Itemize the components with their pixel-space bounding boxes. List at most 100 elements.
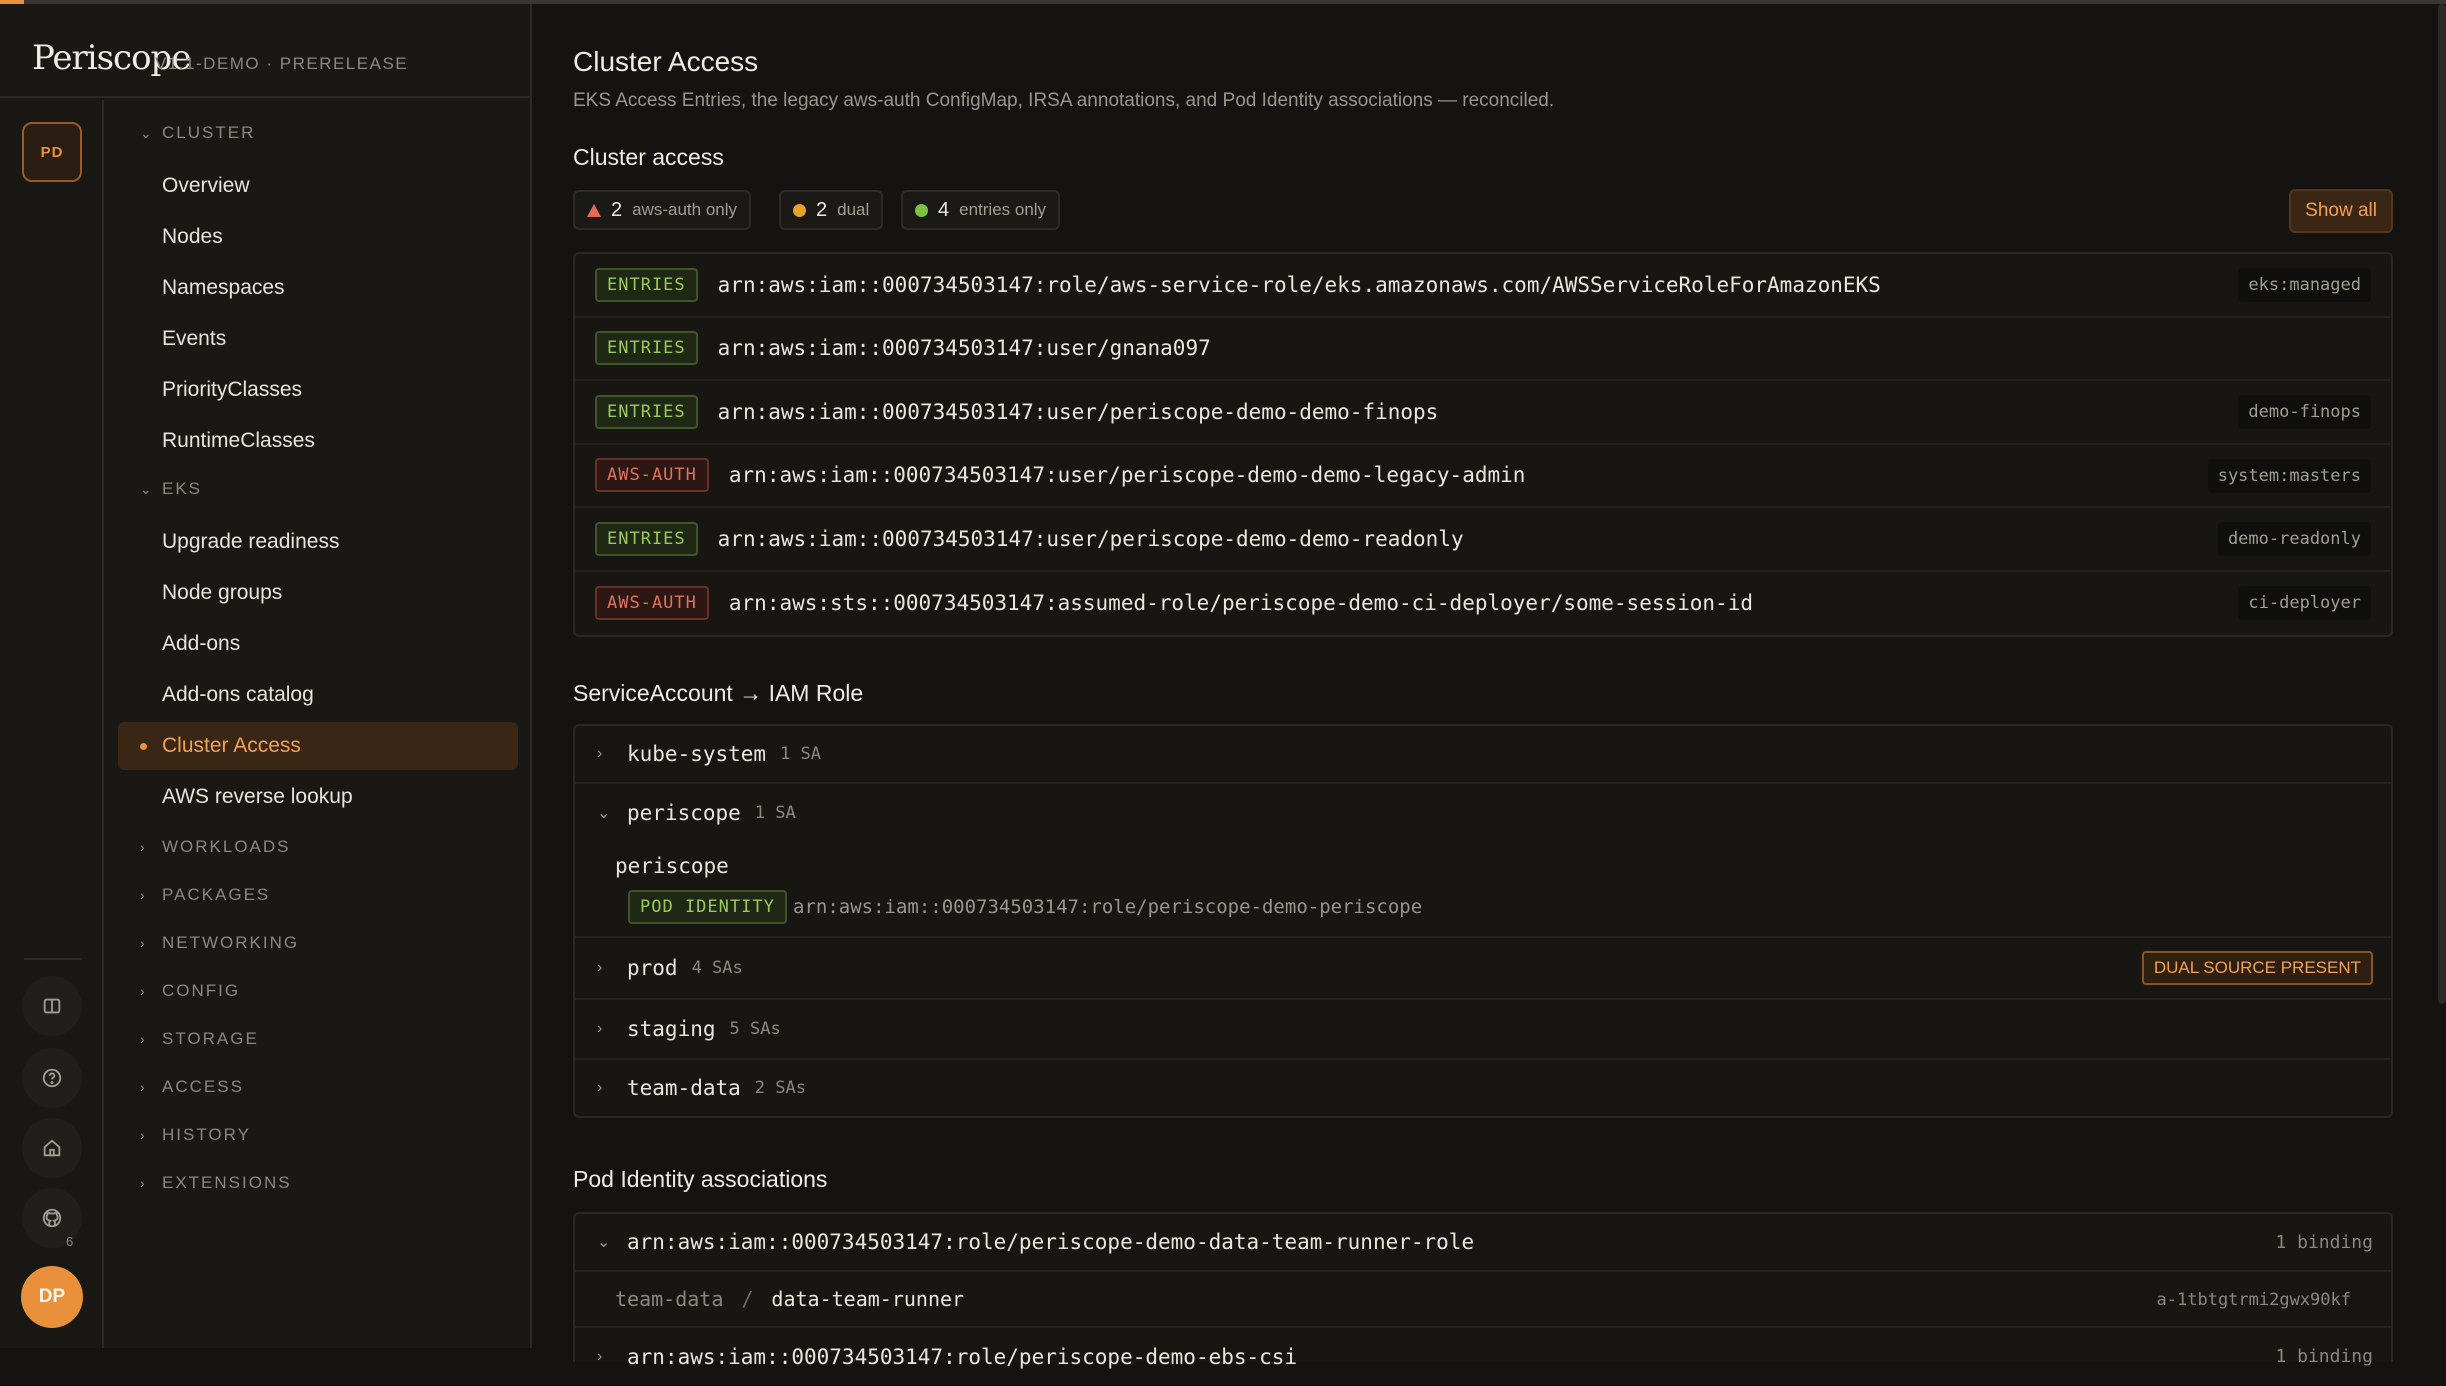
nav-item-runtimeclasses[interactable]: RuntimeClasses [118,417,518,465]
binding-count: 1 binding [2275,1232,2373,1253]
chevron-right-icon: › [140,887,147,903]
source-tag: ENTRIES [595,267,698,302]
principal-arn: arn:aws:iam::000734503147:role/aws-servi… [717,272,1881,297]
access-entry-row[interactable]: AWS-AUTH arn:aws:sts::000734503147:assum… [575,572,2391,636]
chevron-right-icon: › [140,1175,147,1191]
filter-chip-entries-only[interactable]: 4 entries only [901,190,1061,230]
nav-group-cluster[interactable]: ⌄ CLUSTER [140,118,255,148]
chevron-right-icon: › [597,745,603,762]
pod-identity-heading: Pod Identity associations [573,1166,828,1192]
serviceaccount-role-arn[interactable]: arn:aws:iam::000734503147:role/periscope… [793,896,1422,918]
chevron-right-icon: › [597,1020,603,1037]
group-badge: system:masters [2207,458,2371,493]
namespace-row-periscope[interactable]: ⌄ periscope 1 SA [575,784,2391,842]
nav-item-add-ons-catalog[interactable]: Add-ons catalog [118,671,518,719]
nav-group-packages[interactable]: › PACKAGES [140,880,270,910]
namespace-row-staging[interactable]: › staging 5 SAs [575,1000,2391,1060]
chevron-right-icon: › [140,1127,147,1143]
vertical-scrollbar[interactable] [2438,4,2446,1004]
chevron-right-icon: › [140,1079,147,1095]
filter-chip-dual[interactable]: 2 dual [779,190,884,230]
chevron-right-icon: › [597,1079,603,1096]
nav-item-upgrade-readiness[interactable]: Upgrade readiness [118,518,518,566]
nav-group-workloads[interactable]: › WORKLOADS [140,832,291,862]
access-entry-row[interactable]: ENTRIES arn:aws:iam::000734503147:user/g… [575,318,2391,381]
pod-identity-list: ⌄ arn:aws:iam::000734503147:role/perisco… [573,1212,2393,1369]
chevron-right-icon: › [140,983,147,999]
active-dot [140,743,147,750]
dual-source-badge: DUAL SOURCE PRESENT [2141,951,2373,985]
association-id: a-1tbtgtrmi2gwx90kf [2156,1290,2351,1310]
nav-item-events[interactable]: Events [118,315,518,363]
cluster-switcher-badge[interactable]: PD [22,122,82,182]
user-avatar[interactable]: DP [21,1266,83,1328]
nav-item-cluster-access[interactable]: Cluster Access [118,722,518,770]
book-icon[interactable] [22,976,82,1036]
nav-item-overview[interactable]: Overview [118,162,518,210]
chevron-down-icon: ⌄ [140,480,154,497]
source-tag: AWS-AUTH [595,458,709,493]
access-entries-list: ENTRIES arn:aws:iam::000734503147:role/a… [573,252,2393,637]
chevron-right-icon: › [597,959,603,976]
group-badge: demo-finops [2238,395,2371,429]
access-entry-row[interactable]: ENTRIES arn:aws:iam::000734503147:role/a… [575,254,2391,318]
nav-group-eks[interactable]: ⌄ EKS [140,474,202,504]
pod-identity-binding[interactable]: team-data / data-team-runner a-1tbtgtrmi… [575,1272,2391,1328]
nav-group-networking[interactable]: › NETWORKING [140,928,299,958]
main-content: Cluster Access EKS Access Entries, the l… [534,4,2446,1369]
sa-role-heading: ServiceAccount → IAM Role [573,680,864,706]
nav-group-extensions[interactable]: › EXTENSIONS [140,1168,292,1198]
namespace-row-kube-system[interactable]: › kube-system 1 SA [575,726,2391,784]
nav-item-namespaces[interactable]: Namespaces [118,264,518,312]
version-label: V1.1-DEMO · PRERELEASE [155,54,409,73]
source-tag: ENTRIES [595,394,698,429]
namespace-accordion: › kube-system 1 SA ⌄ periscope 1 SA peri… [573,724,2393,1118]
principal-arn: arn:aws:iam::000734503147:user/gnana097 [717,336,1211,361]
namespace-row-team-data[interactable]: › team-data 2 SAs [575,1060,2391,1116]
chevron-right-icon: › [140,935,147,951]
filter-chip-aws-auth-only[interactable]: 2 aws-auth only [573,190,752,230]
access-entry-row[interactable]: ENTRIES arn:aws:iam::000734503147:user/p… [575,381,2391,445]
chevron-down-icon: ⌄ [597,1234,611,1251]
chevron-down-icon: ⌄ [140,124,154,141]
entries-dot-icon [915,203,928,217]
principal-arn: arn:aws:iam::000734503147:user/periscope… [728,463,1526,488]
nav-group-history[interactable]: › HISTORY [140,1120,251,1150]
cluster-access-heading: Cluster access [573,144,724,170]
home-icon[interactable] [22,1118,82,1178]
binding-serviceaccount: data-team-runner [771,1287,965,1311]
nav-group-config[interactable]: › CONFIG [140,976,240,1006]
pod-identity-role-row[interactable]: ⌄ arn:aws:iam::000734503147:role/perisco… [575,1214,2391,1272]
pod-identity-role-row[interactable]: › arn:aws:iam::000734503147:role/perisco… [575,1328,2391,1386]
access-entry-row[interactable]: AWS-AUTH arn:aws:iam::000734503147:user/… [575,445,2391,508]
access-entry-row[interactable]: ENTRIES arn:aws:iam::000734503147:user/p… [575,508,2391,572]
chevron-right-icon: › [140,839,147,855]
role-arn: arn:aws:iam::000734503147:role/periscope… [627,1345,1298,1369]
nav-group-storage[interactable]: › STORAGE [140,1024,259,1054]
binding-separator: / [741,1287,754,1311]
show-all-button[interactable]: Show all [2289,189,2393,233]
github-star-count: 6 [66,1234,74,1249]
sidebar: Periscope V1.1-DEMO · PRERELEASE PD 6 DP… [0,4,532,1348]
source-tag: ENTRIES [595,331,698,366]
help-icon[interactable] [22,1048,82,1108]
warning-triangle-icon [587,203,601,217]
icon-rail: PD 6 DP [0,100,104,1348]
serviceaccount-detail: periscope POD IDENTITY arn:aws:iam::0007… [575,842,2391,938]
nav-group-access[interactable]: › ACCESS [140,1072,244,1102]
nav-item-priorityclasses[interactable]: PriorityClasses [118,366,518,414]
nav-item-add-ons[interactable]: Add-ons [118,620,518,668]
dual-dot-icon [793,203,806,217]
serviceaccount-name: periscope [615,854,729,878]
nav-item-aws-reverse-lookup[interactable]: AWS reverse lookup [118,773,518,821]
group-badge: ci-deployer [2238,585,2371,620]
nav-item-node-groups[interactable]: Node groups [118,569,518,617]
group-badge: demo-readonly [2217,522,2371,556]
brand-header: Periscope V1.1-DEMO · PRERELEASE [0,4,532,98]
source-tag: AWS-AUTH [595,586,709,621]
chevron-down-icon: ⌄ [597,805,611,822]
nav-item-nodes[interactable]: Nodes [118,213,518,261]
binding-count: 1 binding [2275,1346,2373,1367]
namespace-row-prod[interactable]: › prod 4 SAs DUAL SOURCE PRESENT [575,938,2391,1000]
binding-namespace: team-data [615,1287,724,1311]
